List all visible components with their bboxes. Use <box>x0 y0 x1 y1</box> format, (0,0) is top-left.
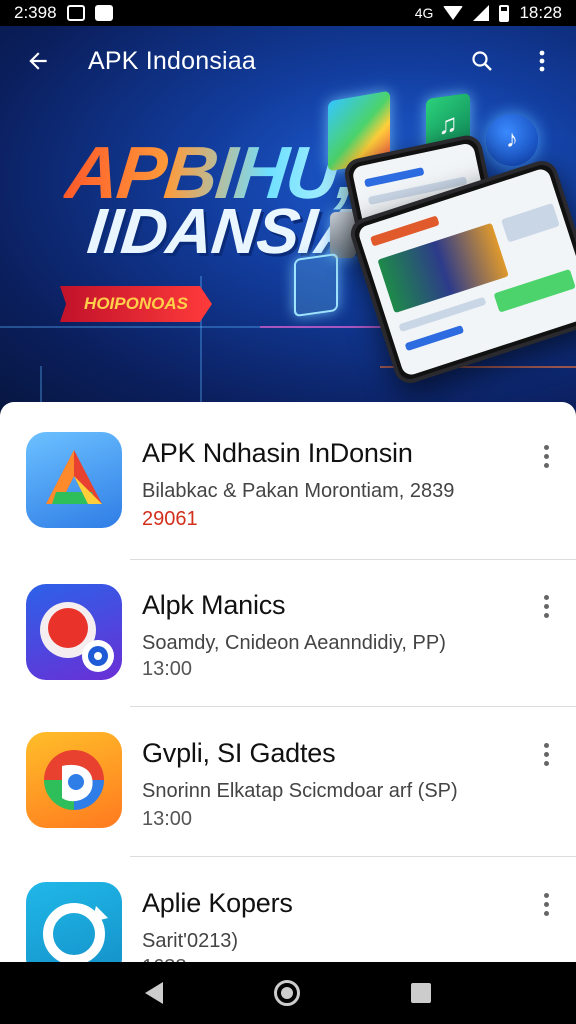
app-title: Alpk Manics <box>142 590 286 620</box>
app-icon-2 <box>26 584 122 680</box>
list-item[interactable]: Gvpli, SI Gadtes Snorinn Elkatap Scicmdo… <box>0 708 576 858</box>
back-button[interactable] <box>18 41 58 81</box>
wifi-icon <box>443 6 464 20</box>
app-icon-3 <box>26 732 122 828</box>
hero-banner: APK Indonsiaa APBIHU, IIDANSIA HOIPONOAS… <box>0 26 576 412</box>
app-subtitle: Sarit'0213) <box>142 930 239 952</box>
image-frame-icon <box>294 252 338 318</box>
hero-ribbon: HOIPONOAS <box>60 286 212 322</box>
network-label: 4G <box>414 5 434 21</box>
search-button[interactable] <box>466 45 498 77</box>
app-subtitle: Bilabkac & Pakan Morontiam, 2839 <box>142 480 455 502</box>
list-item[interactable]: Aplie Kopers Sarit'0213) 1638 <box>0 858 576 962</box>
home-icon[interactable] <box>273 980 300 1006</box>
back-icon[interactable] <box>145 982 164 1004</box>
app-title: Aplie Kopers <box>142 888 293 918</box>
music-disc-icon: ♪ <box>486 114 538 166</box>
search-icon <box>472 51 492 71</box>
item-more-button[interactable] <box>534 736 558 772</box>
divider <box>130 856 576 857</box>
app-meta: 29061 <box>142 508 198 530</box>
mail-icon <box>94 5 113 21</box>
app-bar-title: APK Indonsiaa <box>88 46 256 75</box>
app-subtitle: Snorinn Elkatap Scicmdoar arf (SP) <box>142 780 458 802</box>
recents-icon[interactable] <box>410 983 431 1003</box>
more-vert-icon <box>539 50 545 72</box>
overflow-menu-button[interactable] <box>526 45 558 77</box>
battery-icon <box>499 4 510 22</box>
app-bar: APK Indonsiaa <box>0 26 576 96</box>
list-item[interactable]: APK Ndhasin InDonsin Bilabkac & Pakan Mo… <box>0 402 576 560</box>
item-more-button[interactable] <box>534 886 558 922</box>
status-time-left: 2:398 <box>14 3 57 22</box>
status-bar: 2:398 4G 18:28 <box>0 0 576 26</box>
app-icon-4 <box>26 882 122 962</box>
app-title: Gvpli, SI Gadtes <box>142 738 336 768</box>
list-item[interactable]: Alpk Manics Soamdy, Cnideon Aeanndidiy, … <box>0 560 576 710</box>
arrow-left-icon <box>29 52 47 70</box>
item-more-button[interactable] <box>534 438 558 474</box>
app-meta: 13:00 <box>142 808 193 830</box>
app-icon-1 <box>26 432 122 528</box>
signal-icon <box>473 5 490 21</box>
system-nav-bar <box>0 962 576 1024</box>
app-title: APK Ndhasin InDonsin <box>142 438 413 468</box>
divider <box>130 706 576 707</box>
item-more-button[interactable] <box>534 588 558 624</box>
app-meta: 13:00 <box>142 658 193 680</box>
notification-icon <box>66 5 85 21</box>
app-subtitle: Soamdy, Cnideon Aeanndidiy, PP) <box>142 632 446 654</box>
app-list: APK Ndhasin InDonsin Bilabkac & Pakan Mo… <box>0 402 576 962</box>
status-time-right: 18:28 <box>519 3 562 22</box>
